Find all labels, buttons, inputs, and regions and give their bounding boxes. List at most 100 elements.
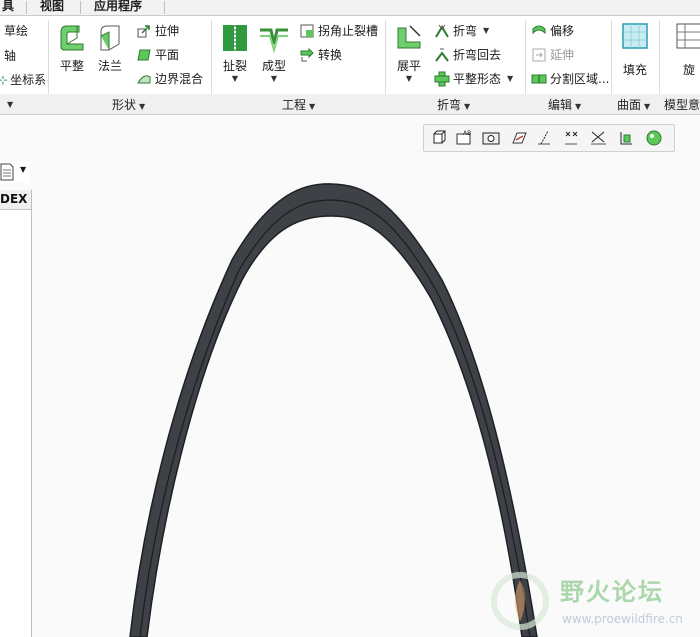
flange-label: 法兰 — [97, 59, 122, 73]
model-tree-header: DEX — [0, 190, 31, 210]
conversion-icon — [300, 47, 314, 61]
spin-center-icon[interactable] — [616, 128, 638, 148]
conversion-button[interactable]: 转换 — [299, 46, 342, 63]
annotation-icon[interactable]: AB — [454, 128, 476, 148]
corner-relief-label: 拐角止裂槽 — [318, 24, 379, 38]
extrude-label: 拉伸 — [155, 24, 180, 38]
offset-button[interactable]: 偏移 — [531, 22, 574, 39]
bend-back-label: 折弯回去 — [453, 48, 502, 62]
offset-icon — [532, 25, 546, 34]
flat-pattern-dropdown-icon[interactable]: ▼ — [507, 74, 513, 83]
flange-icon — [100, 25, 120, 51]
watermark-url: www.proewildfire.cn — [562, 612, 683, 626]
corner-relief-button[interactable]: 拐角止裂槽 — [299, 22, 378, 39]
boundary-blend-button[interactable]: 边界混合 — [136, 70, 203, 87]
ribbon-tab-bar: 具 视图 应用程序 — [0, 0, 700, 16]
form-dropdown-icon[interactable]: ▼ — [256, 74, 292, 83]
engineering-group-label[interactable]: 工程 ▼ — [282, 96, 315, 113]
extend-label: 延伸 — [550, 48, 575, 62]
tab-view[interactable]: 视图 — [40, 0, 64, 14]
extend-button[interactable]: 延伸 — [531, 46, 574, 63]
watermark: 野火论坛 www.proewildfire.cn — [490, 568, 700, 637]
rip-label: 扯裂 — [222, 59, 247, 73]
flat-pattern-icon — [434, 71, 450, 86]
model-tree-panel — [0, 190, 32, 637]
tab-tools[interactable]: 具 — [2, 0, 14, 14]
rip-icon — [223, 25, 247, 51]
surface-group-label[interactable]: 曲面 ▼ — [617, 96, 650, 113]
conversion-label: 转换 — [318, 48, 343, 62]
split-area-label: 分割区域... — [550, 72, 610, 86]
bend-button[interactable]: 折弯 ▼ — [434, 22, 489, 39]
form-button[interactable]: 成型 ▼ — [256, 22, 292, 83]
extend-icon — [532, 48, 546, 61]
flat-wall-button[interactable]: 平整 — [54, 22, 90, 74]
axis-display-icon[interactable] — [534, 128, 556, 148]
unbend-dropdown-icon[interactable]: ▼ — [392, 74, 426, 83]
bend-dropdown-icon[interactable]: ▼ — [483, 26, 489, 35]
fill-label: 填充 — [622, 63, 647, 77]
appearance-icon[interactable] — [643, 128, 665, 148]
svg-text:AB: AB — [463, 130, 471, 137]
watermark-logo-icon — [491, 572, 549, 630]
model-tree-header-label: DEX — [0, 192, 28, 206]
table-icon — [676, 23, 700, 49]
flange-button[interactable]: 法兰 — [92, 22, 128, 74]
bend-group-label[interactable]: 折弯 ▼ — [437, 96, 470, 113]
split-area-button[interactable]: 分割区域... — [531, 70, 609, 87]
col0-group-dropdown[interactable]: ▼ — [4, 96, 13, 110]
ribbon: 草绘 轴 ⊹ 坐标系 平整 法兰 拉伸 平面 边界混合 扯裂 ▼ 成型 ▼ 拐角止… — [0, 16, 700, 112]
graphics-area[interactable] — [32, 150, 700, 637]
axis-label: 轴 — [4, 49, 17, 63]
flat-wall-icon — [60, 25, 84, 51]
bend-back-button[interactable]: 折弯回去 — [434, 46, 501, 63]
form-label: 成型 — [261, 59, 286, 73]
extrude-icon — [137, 24, 150, 37]
unbend-button[interactable]: 展平 ▼ — [392, 22, 426, 83]
settings-dropdown-icon[interactable]: ▼ — [20, 165, 26, 174]
planar-label: 平面 — [155, 48, 180, 62]
rip-dropdown-icon[interactable]: ▼ — [218, 74, 252, 83]
model-tree-settings: ▼ — [0, 161, 30, 183]
revolve-button[interactable]: 旋 — [672, 22, 700, 78]
rip-button[interactable]: 扯裂 ▼ — [218, 22, 252, 83]
edit-group-label[interactable]: 编辑 ▼ — [548, 96, 581, 113]
bend-label: 折弯 — [453, 24, 478, 38]
planar-icon — [137, 49, 151, 60]
boundary-blend-icon — [137, 74, 151, 83]
bend-back-icon — [435, 48, 449, 62]
sketch-button[interactable]: 草绘 — [4, 22, 28, 39]
sheetmetal-part[interactable] — [129, 183, 538, 637]
split-area-icon — [531, 74, 547, 83]
unbend-icon — [397, 25, 421, 49]
shape-group-label[interactable]: 形状 ▼ — [112, 96, 145, 113]
plane-display-icon[interactable] — [508, 128, 530, 148]
fill-icon — [622, 23, 648, 49]
extrude-button[interactable]: 拉伸 — [136, 22, 179, 39]
fill-button[interactable]: 填充 — [618, 22, 652, 78]
flat-pattern-button[interactable]: 平整形态 ▼ — [434, 70, 513, 87]
csys-icon: ⊹ — [0, 72, 9, 87]
form-icon — [260, 28, 288, 54]
corner-relief-icon — [300, 24, 314, 37]
graphics-toolbar: AB — [423, 124, 675, 152]
csys-display-icon[interactable] — [588, 128, 610, 148]
axis-button[interactable]: 轴 — [4, 47, 16, 64]
flat-wall-label: 平整 — [59, 59, 84, 73]
document-icon[interactable] — [0, 163, 14, 181]
view-cube-icon[interactable] — [428, 128, 450, 148]
screenshot-icon[interactable] — [480, 128, 502, 148]
planar-button[interactable]: 平面 — [136, 46, 179, 63]
flat-pattern-label: 平整形态 — [453, 72, 502, 86]
tab-applications[interactable]: 应用程序 — [94, 0, 142, 14]
revolve-label: 旋 — [682, 63, 695, 77]
bend-icon — [435, 24, 449, 38]
csys-label: 坐标系 — [10, 73, 47, 87]
point-display-icon[interactable] — [561, 128, 583, 148]
sketch-label: 草绘 — [4, 24, 29, 38]
watermark-title: 野火论坛 — [560, 578, 664, 606]
model-intent-group-label[interactable]: 模型意 — [664, 96, 700, 113]
csys-button[interactable]: ⊹ 坐标系 — [0, 71, 46, 88]
unbend-label: 展平 — [396, 59, 421, 73]
boundary-blend-label: 边界混合 — [155, 72, 204, 86]
